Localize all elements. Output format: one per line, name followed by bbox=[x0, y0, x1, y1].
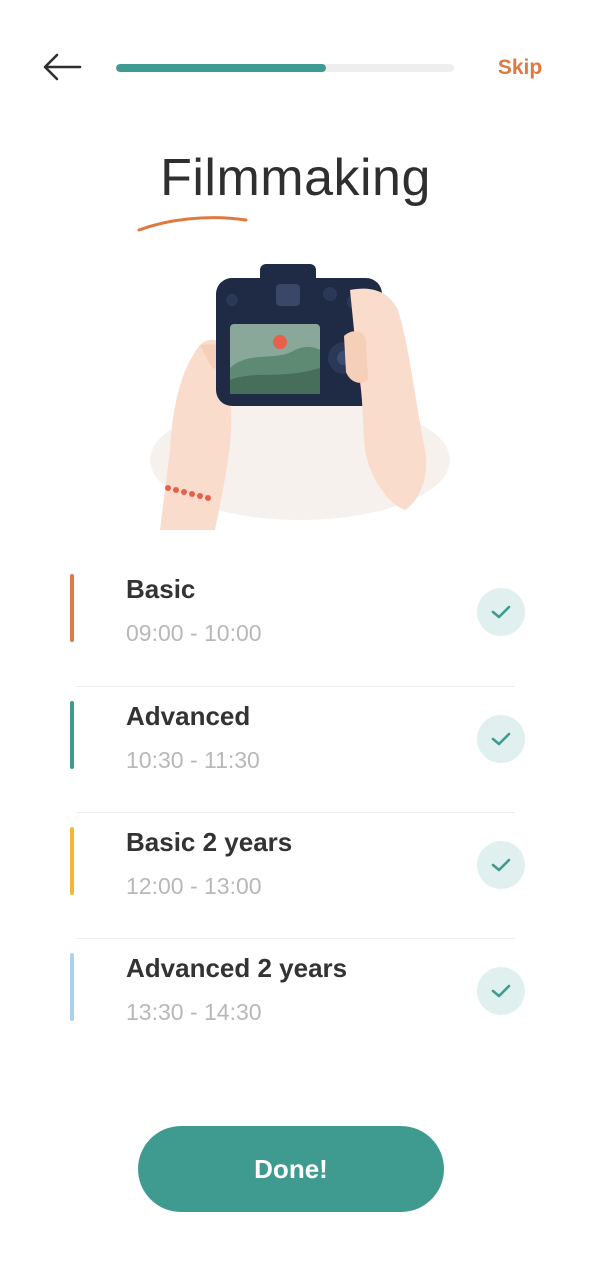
course-color-bar bbox=[70, 827, 74, 895]
course-color-bar bbox=[70, 953, 74, 1021]
course-color-bar bbox=[70, 701, 74, 769]
course-check-button[interactable] bbox=[477, 715, 525, 763]
done-button[interactable]: Done! bbox=[138, 1126, 444, 1212]
course-time: 13:30 - 14:30 bbox=[126, 999, 262, 1025]
course-name: Basic 2 years bbox=[126, 827, 293, 857]
course-color-bar bbox=[70, 574, 74, 642]
course-name: Advanced 2 years bbox=[126, 953, 348, 983]
course-item-basic[interactable]: Basic 09:00 - 10:00 bbox=[70, 560, 525, 686]
header: Skip bbox=[0, 0, 591, 130]
skip-button[interactable]: Skip bbox=[480, 54, 560, 82]
course-time: 12:00 - 13:00 bbox=[126, 873, 262, 899]
check-icon bbox=[491, 984, 511, 998]
course-check-button[interactable] bbox=[477, 841, 525, 889]
back-button[interactable] bbox=[40, 50, 84, 84]
course-list: Basic 09:00 - 10:00 Advanced 10:30 - 11:… bbox=[0, 560, 591, 1064]
course-name: Basic bbox=[126, 574, 196, 604]
course-check-button[interactable] bbox=[477, 588, 525, 636]
course-name: Advanced bbox=[126, 701, 251, 731]
course-time: 09:00 - 10:00 bbox=[126, 620, 262, 646]
check-icon bbox=[491, 605, 511, 619]
progress-bar bbox=[116, 64, 454, 72]
course-item-advanced-2-years[interactable]: Advanced 2 years 13:30 - 14:30 bbox=[70, 938, 525, 1064]
course-item-advanced[interactable]: Advanced 10:30 - 11:30 bbox=[70, 686, 525, 812]
course-check-button[interactable] bbox=[477, 967, 525, 1015]
progress-bar-fill bbox=[116, 64, 326, 72]
arrow-left-icon bbox=[43, 53, 82, 81]
check-icon bbox=[491, 858, 511, 872]
camera-hands-illustration bbox=[130, 250, 460, 540]
page-title: Filmmaking bbox=[160, 149, 431, 207]
course-time: 10:30 - 11:30 bbox=[126, 747, 260, 773]
course-item-basic-2-years[interactable]: Basic 2 years 12:00 - 13:00 bbox=[70, 812, 525, 938]
check-icon bbox=[491, 732, 511, 746]
title-underline-decoration bbox=[137, 216, 248, 232]
